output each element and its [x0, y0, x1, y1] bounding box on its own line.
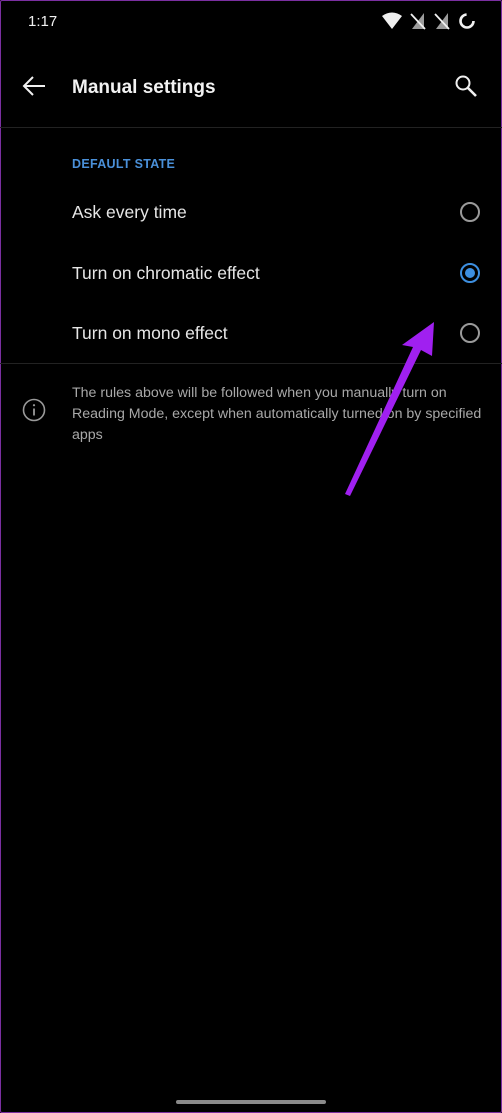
- radio-button-selected[interactable]: [460, 263, 480, 283]
- back-arrow-icon: [22, 75, 46, 101]
- option-label: Turn on mono effect: [72, 322, 228, 343]
- status-icons: [382, 12, 476, 30]
- option-label: Turn on chromatic effect: [72, 262, 260, 283]
- search-icon: [454, 74, 478, 103]
- no-sim-icon: [434, 12, 450, 30]
- option-chromatic-effect[interactable]: Turn on chromatic effect: [0, 243, 502, 303]
- back-button[interactable]: [16, 70, 52, 106]
- option-ask-every-time[interactable]: Ask every time: [0, 182, 502, 242]
- status-time: 1:17: [28, 13, 58, 30]
- home-indicator[interactable]: [176, 1100, 326, 1104]
- section-header: DEFAULT STATE: [72, 157, 176, 171]
- search-button[interactable]: [448, 70, 484, 106]
- info-text: The rules above will be followed when yo…: [72, 385, 482, 443]
- section-divider: [0, 363, 502, 364]
- option-label: Ask every time: [72, 201, 187, 222]
- loading-icon: [458, 12, 476, 30]
- status-bar: 1:17: [0, 0, 502, 46]
- page-title: Manual settings: [72, 77, 216, 98]
- option-mono-effect[interactable]: Turn on mono effect: [0, 303, 502, 363]
- radio-button[interactable]: [460, 323, 480, 343]
- wifi-icon: [382, 12, 402, 30]
- no-sim-icon: [410, 12, 426, 30]
- info-icon: [22, 398, 46, 422]
- app-bar-divider: [0, 127, 502, 128]
- app-bar: Manual settings: [0, 56, 502, 124]
- radio-button[interactable]: [460, 202, 480, 222]
